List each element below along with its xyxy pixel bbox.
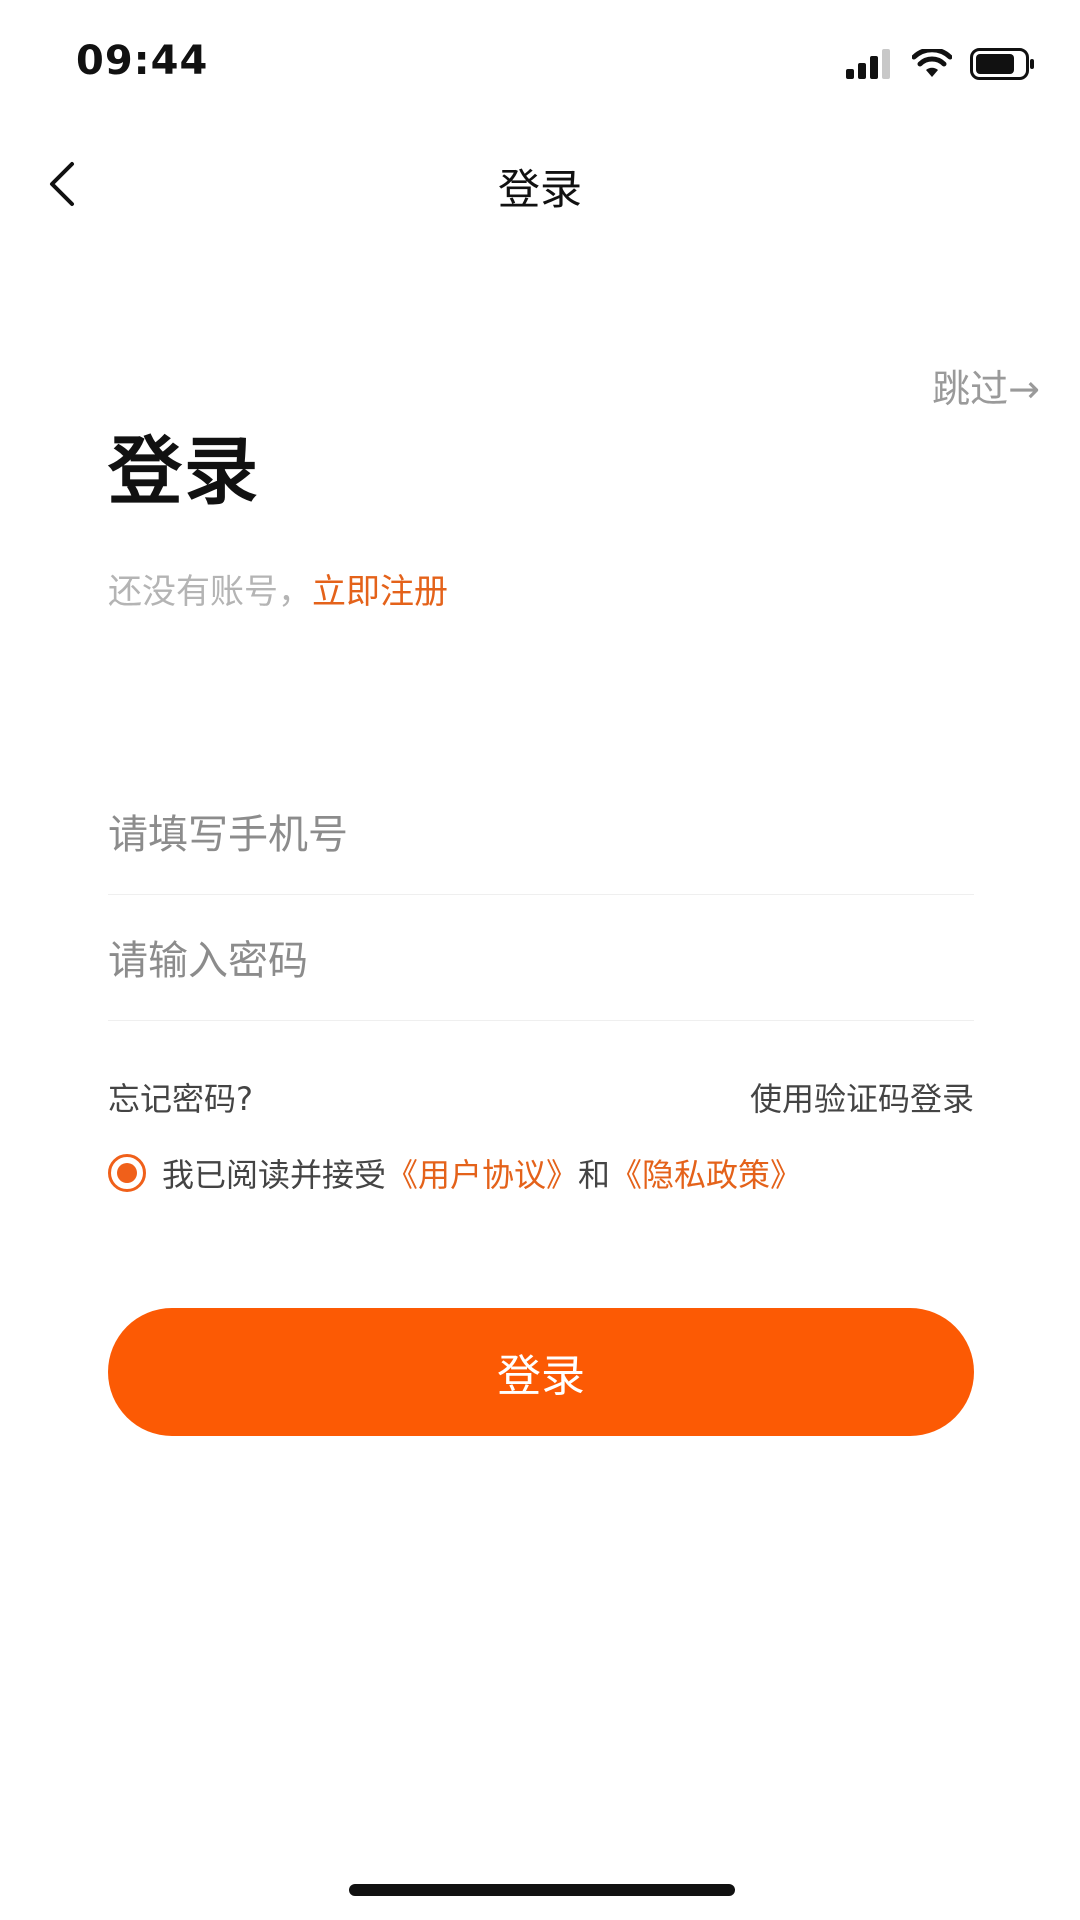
code-login-link[interactable]: 使用验证码登录 [750, 1074, 974, 1120]
status-bar: 09:44 [0, 0, 1080, 130]
register-link[interactable]: 立即注册 [312, 572, 448, 612]
register-prompt-text: 还没有账号， [108, 572, 312, 612]
skip-link[interactable]: 跳过→ [932, 358, 1040, 413]
status-icons [846, 46, 1036, 86]
user-agreement-link[interactable]: 《用户协议》 [386, 1150, 578, 1196]
phone-input[interactable] [108, 776, 974, 894]
navigation-bar: 登录 [0, 130, 1080, 240]
status-time: 09:44 [76, 38, 209, 84]
agreement-row: 我已阅读并接受 《用户协议》 和 《隐私政策》 [108, 1148, 802, 1198]
agreement-radio[interactable] [108, 1154, 146, 1192]
signal-icon [846, 49, 894, 83]
password-input[interactable] [108, 902, 974, 1020]
password-field [108, 902, 974, 1021]
register-prompt: 还没有账号，立即注册 [108, 564, 448, 613]
radio-checked-dot [117, 1163, 137, 1183]
home-indicator [349, 1884, 735, 1896]
phone-field [108, 776, 974, 895]
nav-title: 登录 [497, 165, 582, 214]
forgot-password-link[interactable]: 忘记密码? [108, 1074, 253, 1120]
login-button[interactable]: 登录 [108, 1308, 974, 1436]
wifi-icon [911, 47, 953, 83]
agreement-prefix: 我已阅读并接受 [162, 1156, 387, 1194]
agreement-conjunction: 和 [578, 1156, 611, 1194]
privacy-policy-link[interactable]: 《隐私政策》 [610, 1150, 802, 1196]
battery-icon [970, 48, 1036, 84]
page-title: 登录 [108, 429, 260, 515]
